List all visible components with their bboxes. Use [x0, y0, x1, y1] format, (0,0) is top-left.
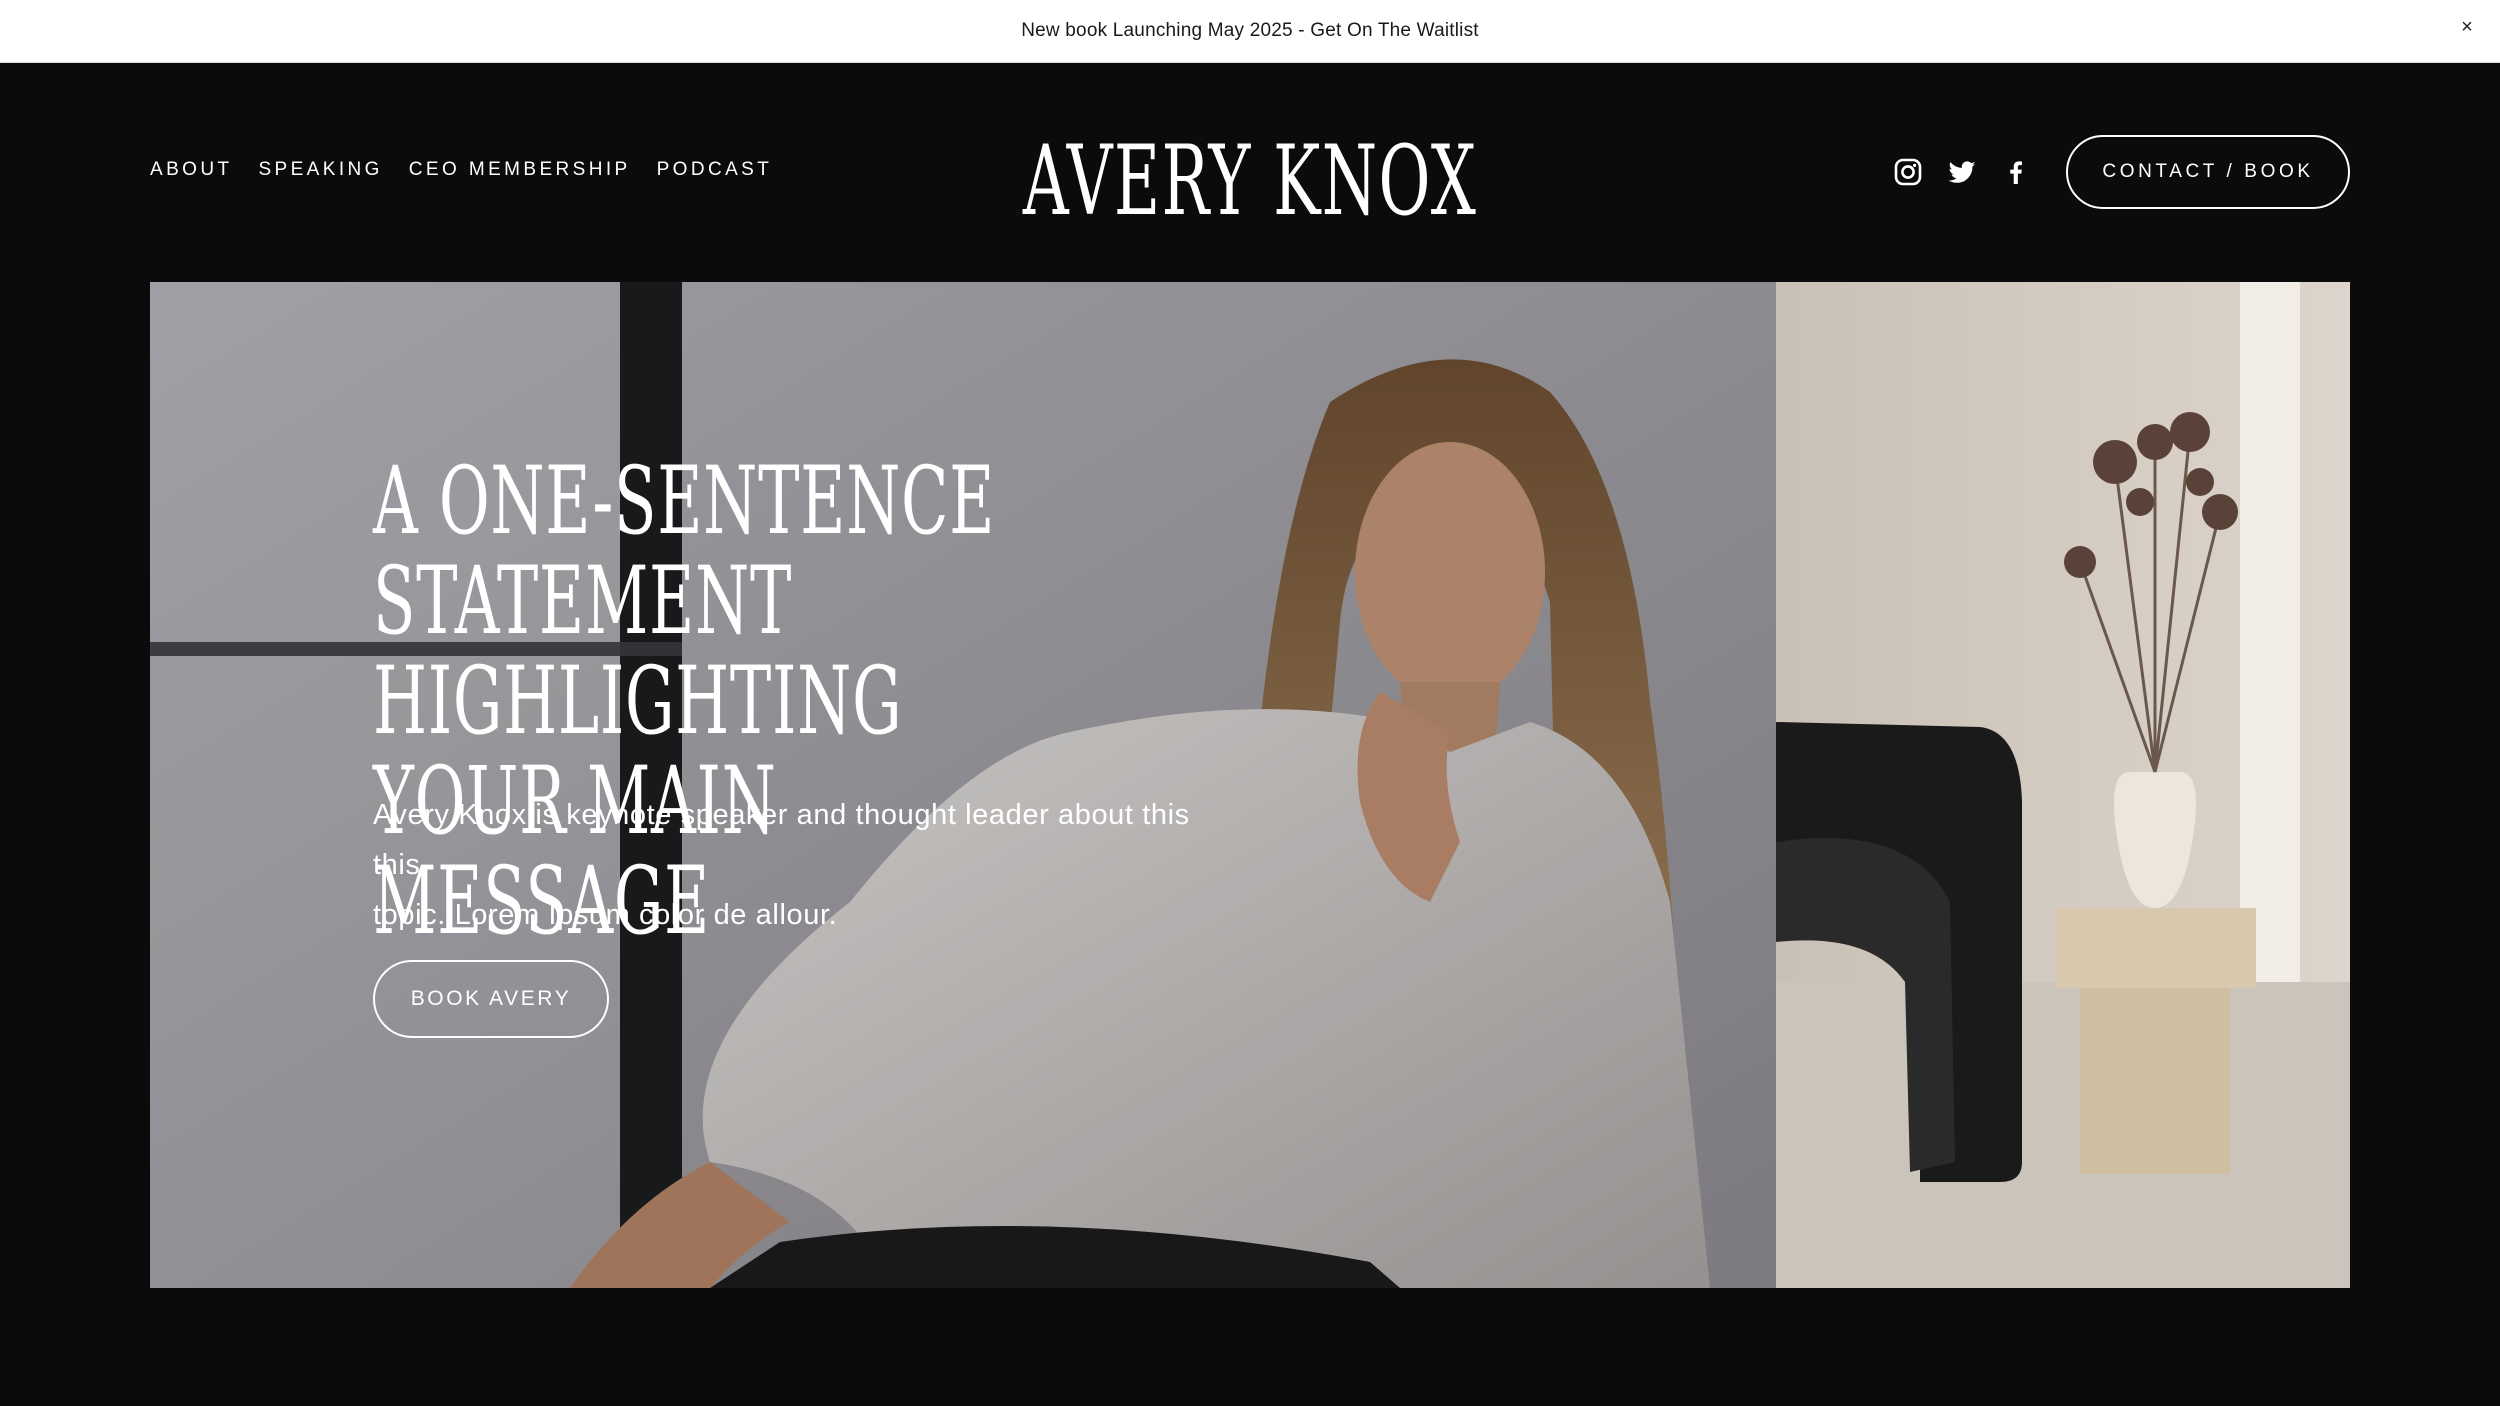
instagram-icon[interactable]	[1892, 156, 1924, 188]
announcement-bar: New book Launching May 2025 - Get On The…	[0, 0, 2500, 63]
hero-subtext: Avery Knox is keynote speaker and though…	[373, 790, 1243, 940]
contact-book-button[interactable]: CONTACT / BOOK	[2066, 135, 2350, 209]
twitter-icon[interactable]	[1946, 156, 1978, 188]
close-icon[interactable]: ×	[2454, 14, 2480, 40]
announcement-link[interactable]: New book Launching May 2025 - Get On The…	[0, 20, 2500, 42]
site-logo[interactable]: AVERY KNOX	[425, 133, 2075, 229]
facebook-icon[interactable]	[2000, 156, 2032, 188]
book-avery-button[interactable]: BOOK AVERY	[373, 960, 609, 1038]
site-header: ABOUT SPEAKING CEO MEMBERSHIP PODCAST AV…	[0, 63, 2500, 281]
hero-subtext-line-2: topic. Lorem Ipsum color de allour.	[373, 899, 838, 931]
hero-subtext-line-1: Avery Knox is keynote speaker and though…	[373, 799, 1190, 881]
nav-item-speaking[interactable]: SPEAKING	[258, 159, 382, 181]
hero-section: A ONE-SENTENCE STATEMENT HIGHLIGHTING YO…	[150, 282, 2350, 1288]
hero-heading-line-1: A ONE-SENTENCE STATEMENT	[373, 447, 996, 656]
nav-item-about[interactable]: ABOUT	[150, 159, 232, 181]
